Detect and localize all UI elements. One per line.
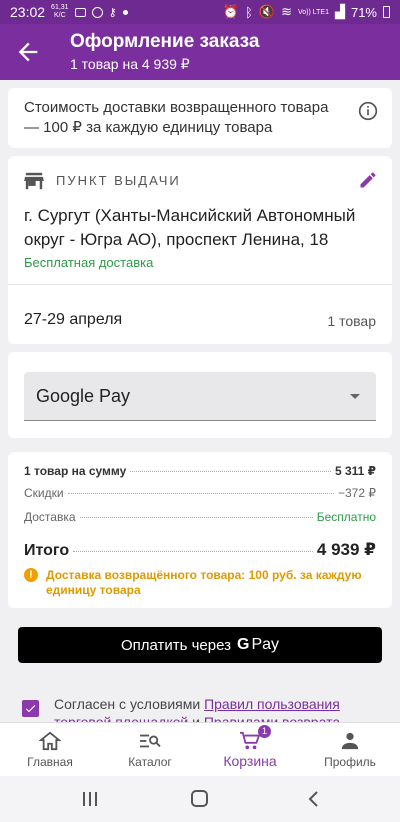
checkmark-icon xyxy=(25,705,36,713)
wifi-icon: ≋ xyxy=(281,4,292,19)
items-count: 1 товар xyxy=(327,313,376,329)
warning-icon: ! xyxy=(24,568,38,582)
home-button-icon[interactable] xyxy=(190,790,210,808)
pickup-label: ПУНКТ ВЫДАЧИ xyxy=(56,173,181,188)
gallery-icon xyxy=(74,7,86,17)
terms-checkbox[interactable] xyxy=(22,700,39,717)
warning-text: Доставка возвращённого товара: 100 руб. … xyxy=(46,568,362,597)
page-subtitle: 1 товар на 4 939 ₽ xyxy=(70,56,190,72)
system-navigation xyxy=(0,776,400,822)
payment-card: Google Pay xyxy=(8,352,392,438)
terms-text: Согласен с условиями Правил пользования … xyxy=(54,695,374,722)
order-summary-card: 1 товар на сумму 5 311 ₽ Скидки −372 ₽ Д… xyxy=(8,452,392,608)
battery-percent: 71% xyxy=(350,4,377,20)
system-icons: ⏰ ᛒ 🔇 ≋ Vo)) LTE1 ▟ 71% xyxy=(223,4,390,20)
status-bar: 23:02 61,31 K/C ⚷ ⏰ ᛒ 🔇 ≋ Vo)) LTE1 ▟ 71… xyxy=(0,0,400,24)
profile-icon xyxy=(341,732,359,750)
pay-button-pay: Pay xyxy=(251,636,280,653)
free-delivery-label: Бесплатная доставка xyxy=(24,255,154,270)
summary-delivery-row: Доставка Бесплатно xyxy=(24,510,376,524)
summary-total-row: Итого 4 939 ₽ xyxy=(24,540,376,559)
system-back-icon[interactable] xyxy=(304,790,324,808)
nav-cart[interactable]: 1 Корзина xyxy=(200,723,300,776)
store-icon xyxy=(24,172,44,190)
more-dot-icon xyxy=(122,9,128,15)
google-pay-button[interactable]: Оплатить через G Pay xyxy=(18,627,382,663)
nav-profile[interactable]: Профиль xyxy=(300,723,400,776)
dnd-icon xyxy=(91,6,103,18)
back-arrow-icon[interactable] xyxy=(14,38,42,66)
status-time: 23:02 xyxy=(10,4,46,20)
terms-agreement: Согласен с условиями Правил пользования … xyxy=(0,686,400,722)
page-title: Оформление заказа xyxy=(70,31,260,52)
notification-icons: ⚷ xyxy=(74,6,128,19)
return-delivery-notice: Стоимость доставки возвращенного товара … xyxy=(8,88,392,148)
delivery-dates: 27-29 апреля xyxy=(24,311,123,328)
network-speed: 61,31 K/C xyxy=(51,4,69,19)
return-rules-link[interactable]: Правилами возврата xyxy=(204,714,340,722)
divider xyxy=(8,284,392,285)
network-label: Vo)) LTE1 xyxy=(297,8,329,16)
nav-home[interactable]: Главная xyxy=(0,723,100,776)
app-bar: Оформление заказа 1 товар на 4 939 ₽ xyxy=(0,24,400,80)
pickup-point-card: ПУНКТ ВЫДАЧИ г. Сургут (Ханты-Мансийский… xyxy=(8,156,392,344)
nav-catalog[interactable]: Каталог xyxy=(100,723,200,776)
cart-badge: 1 xyxy=(258,725,271,738)
home-icon xyxy=(39,731,61,751)
pay-button-label: Оплатить через xyxy=(120,636,231,654)
edit-pencil-icon[interactable] xyxy=(358,170,378,190)
signal-icon: ▟ xyxy=(334,4,345,19)
summary-items-row: 1 товар на сумму 5 311 ₽ xyxy=(24,464,376,478)
summary-discount-row: Скидки −372 ₽ xyxy=(24,486,376,500)
google-g-icon: G xyxy=(237,636,250,653)
notice-text: Стоимость доставки возвращенного товара … xyxy=(24,99,329,136)
payment-method-select[interactable]: Google Pay xyxy=(24,372,376,421)
recent-apps-icon[interactable] xyxy=(80,790,100,808)
key-icon: ⚷ xyxy=(108,6,117,19)
bluetooth-icon: ᛒ xyxy=(245,4,253,20)
payment-method-value: Google Pay xyxy=(36,386,131,406)
mute-icon: 🔇 xyxy=(258,4,276,19)
dropdown-arrow-icon xyxy=(350,394,360,399)
info-icon[interactable] xyxy=(358,101,378,121)
catalog-search-icon xyxy=(140,734,161,748)
pickup-address: г. Сургут (Ханты-Мансийский Автономный о… xyxy=(24,206,356,249)
battery-icon xyxy=(383,6,390,18)
bottom-navigation: Главная Каталог 1 Корзина Профиль xyxy=(0,722,400,776)
alarm-icon: ⏰ xyxy=(222,4,240,19)
